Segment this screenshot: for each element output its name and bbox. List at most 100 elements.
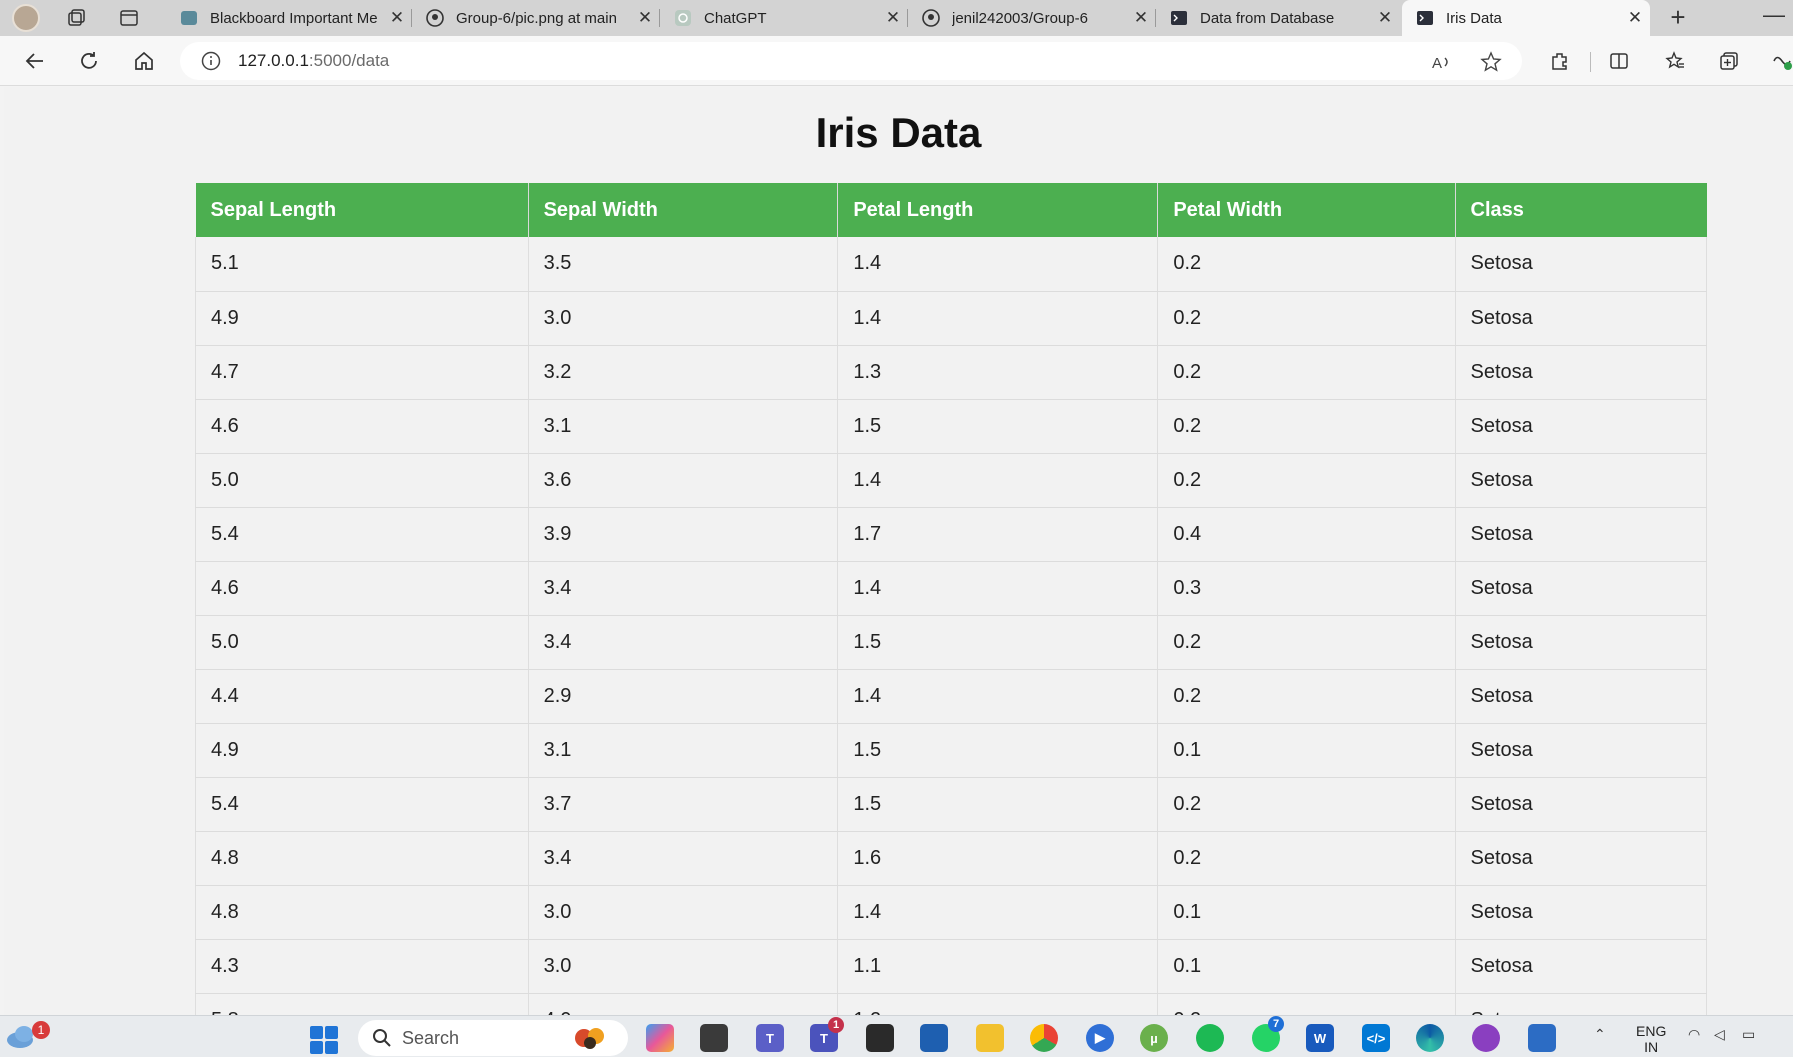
table-row: 4.7 3.2 1.3 0.2 Setosa — [195, 345, 1707, 400]
table-row: 4.4 2.9 1.4 0.2 Setosa — [195, 669, 1707, 724]
table-row: 5.4 3.9 1.7 0.4 Setosa — [195, 507, 1707, 562]
tab-title: Group-6/pic.png at main — [456, 9, 617, 27]
table-row: 5.1 3.5 1.4 0.2 Setosa — [195, 237, 1707, 292]
cell-class: Setosa — [1454, 507, 1707, 562]
volume-icon[interactable]: ◁ — [1714, 1026, 1725, 1043]
tab-data-from-database[interactable]: Data from Database ✕ — [1156, 0, 1400, 36]
search-highlight-icon — [575, 1028, 604, 1049]
read-aloud-icon[interactable]: A — [1430, 50, 1454, 74]
start-windows-icon[interactable] — [310, 1026, 338, 1054]
address-bar[interactable]: 127.0.0.1:5000/data A — [180, 42, 1522, 80]
minimize-button[interactable]: — — [1763, 2, 1785, 28]
snipping-tool-icon[interactable] — [1528, 1024, 1556, 1052]
github-desktop-icon[interactable] — [1472, 1024, 1500, 1052]
tab-title: Blackboard Important Me — [210, 9, 378, 27]
cell-petal-width: 0.2 — [1157, 831, 1456, 886]
cell-petal-length: 1.7 — [837, 507, 1159, 562]
cell-petal-width: 0.2 — [1157, 777, 1456, 832]
tab-blackboard[interactable]: Blackboard Important Me ✕ — [166, 0, 412, 36]
browser-essentials-icon[interactable] — [1770, 46, 1793, 76]
tab-github-repo[interactable]: jenil242003/Group-6 ✕ — [908, 0, 1156, 36]
language-indicator[interactable]: ENG IN — [1636, 1023, 1666, 1055]
battery-icon[interactable]: ▭ — [1742, 1026, 1755, 1043]
cell-class: Setosa — [1454, 615, 1707, 670]
navigation-bar: 127.0.0.1:5000/data A — [0, 36, 1793, 86]
file-explorer-icon[interactable] — [976, 1024, 1004, 1052]
cell-sepal-width: 3.4 — [527, 831, 839, 886]
cell-petal-length: 1.6 — [837, 831, 1159, 886]
taskbar-search[interactable]: Search — [358, 1020, 628, 1056]
spotify-icon[interactable] — [1196, 1024, 1224, 1052]
cell-sepal-length: 4.4 — [195, 669, 529, 724]
column-header-class: Class — [1455, 183, 1707, 237]
cell-sepal-length: 5.0 — [195, 615, 529, 670]
cell-petal-width: 0.2 — [1157, 453, 1456, 508]
github-icon — [922, 9, 940, 27]
cell-petal-width: 0.3 — [1157, 561, 1456, 616]
app-icon[interactable] — [866, 1024, 894, 1052]
teams-icon[interactable]: T 1 — [810, 1017, 844, 1052]
cell-petal-length: 1.5 — [837, 723, 1159, 778]
vertical-tabs-icon[interactable] — [116, 5, 142, 31]
new-tab-button[interactable]: + — [1662, 2, 1694, 34]
word-icon[interactable]: W — [1306, 1024, 1334, 1052]
cell-class: Setosa — [1454, 399, 1707, 454]
cell-sepal-width: 3.9 — [527, 507, 839, 562]
refresh-icon[interactable] — [74, 46, 104, 76]
cell-petal-width: 0.1 — [1157, 885, 1456, 940]
chevron-up-icon[interactable]: ⌃ — [1594, 1026, 1606, 1043]
close-icon[interactable]: ✕ — [1126, 8, 1156, 28]
media-player-icon[interactable]: ▶ — [1086, 1024, 1114, 1052]
cell-sepal-length: 5.8 — [195, 993, 529, 1015]
terminal-icon — [1170, 9, 1188, 27]
copilot-icon[interactable] — [646, 1024, 674, 1052]
cell-class: Setosa — [1454, 345, 1707, 400]
search-icon — [373, 1029, 391, 1047]
cell-sepal-width: 3.0 — [527, 291, 839, 346]
cell-class: Setosa — [1454, 453, 1707, 508]
cell-sepal-length: 4.7 — [195, 345, 529, 400]
cell-sepal-width: 3.2 — [527, 345, 839, 400]
home-icon[interactable] — [129, 46, 159, 76]
cell-petal-width: 0.4 — [1157, 507, 1456, 562]
close-icon[interactable]: ✕ — [382, 8, 412, 28]
terminal-icon — [1416, 9, 1434, 27]
back-icon[interactable] — [20, 46, 50, 76]
wifi-icon[interactable]: ◠ — [1688, 1026, 1700, 1043]
cell-sepal-width: 4.0 — [527, 993, 839, 1015]
microsoft-store-icon[interactable] — [920, 1024, 948, 1052]
vscode-icon[interactable]: </> — [1362, 1024, 1390, 1052]
utorrent-icon[interactable]: µ — [1140, 1024, 1168, 1052]
tab-chatgpt[interactable]: ChatGPT ✕ — [660, 0, 908, 36]
chrome-icon[interactable] — [1030, 1024, 1058, 1052]
collections-icon[interactable] — [1714, 46, 1744, 76]
cell-petal-length: 1.4 — [837, 453, 1159, 508]
extensions-icon[interactable] — [1545, 46, 1575, 76]
profile-avatar[interactable] — [12, 4, 40, 32]
cell-class: Setosa — [1454, 939, 1707, 994]
workspaces-icon[interactable] — [64, 5, 90, 31]
close-icon[interactable]: ✕ — [878, 8, 908, 28]
tab-title: ChatGPT — [704, 9, 767, 27]
edge-icon[interactable] — [1416, 1024, 1444, 1052]
tab-iris-data[interactable]: Iris Data ✕ — [1402, 0, 1650, 36]
whatsapp-icon[interactable]: 7 — [1252, 1016, 1284, 1052]
tab-github-pic[interactable]: Group-6/pic.png at main ✕ — [412, 0, 660, 36]
url-path: :5000/data — [308, 51, 390, 70]
cell-petal-width: 0.1 — [1157, 723, 1456, 778]
notification-badge: 7 — [1268, 1016, 1284, 1032]
cell-sepal-length: 5.0 — [195, 453, 529, 508]
close-icon[interactable]: ✕ — [630, 8, 660, 28]
split-screen-icon[interactable] — [1604, 46, 1634, 76]
favorites-icon[interactable] — [1660, 46, 1690, 76]
cell-petal-length: 1.2 — [837, 993, 1159, 1015]
teams-chat-icon[interactable]: T — [756, 1024, 784, 1052]
task-view-icon[interactable] — [700, 1024, 728, 1052]
site-info-icon[interactable] — [200, 50, 222, 72]
weather-widget[interactable]: 1 — [4, 1020, 50, 1054]
close-icon[interactable]: ✕ — [1620, 8, 1650, 28]
close-icon[interactable]: ✕ — [1370, 8, 1400, 28]
cell-sepal-length: 4.8 — [195, 885, 529, 940]
cell-petal-width: 0.1 — [1157, 939, 1456, 994]
favorite-star-icon[interactable] — [1479, 50, 1503, 74]
